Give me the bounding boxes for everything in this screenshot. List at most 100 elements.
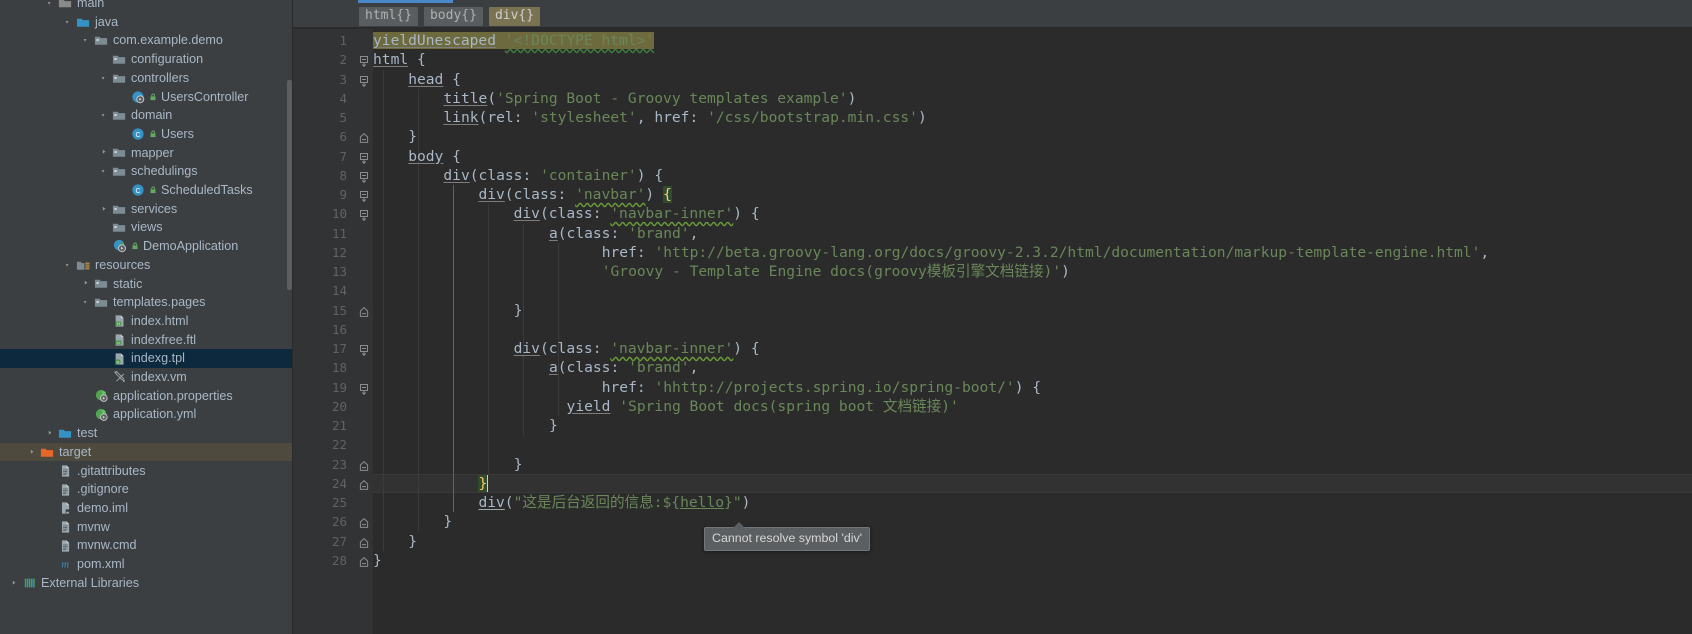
code-line[interactable]: head { — [373, 70, 461, 89]
code-line[interactable]: div("这是后台返回的信息:${hello}") — [373, 493, 750, 512]
tree-item-indexg-tpl[interactable]: Gindexg.tpl — [0, 349, 293, 368]
tree-item-label: templates.pages — [113, 295, 206, 310]
project-tree-panel[interactable]: main java com.example.demo configuration con… — [0, 0, 293, 634]
chevron-down-icon[interactable] — [62, 256, 75, 275]
chevron-right-icon[interactable] — [98, 200, 111, 219]
code-folding-gutter[interactable] — [355, 29, 373, 634]
tree-item-target[interactable]: target — [0, 442, 293, 462]
tree-item-mapper[interactable]: mapper — [0, 144, 293, 163]
code-line[interactable]: body { — [373, 147, 461, 166]
breadcrumb-item-div[interactable]: div{} — [488, 6, 541, 26]
fold-region-start-icon[interactable] — [359, 54, 369, 68]
code-line[interactable]: div(class: 'navbar-inner') { — [373, 204, 760, 223]
tree-item-configuration[interactable]: configuration — [0, 50, 293, 69]
tree-item-indexv-vm[interactable]: indexv.vm — [0, 368, 293, 387]
code-line[interactable]: } — [373, 551, 382, 570]
chevron-down-icon[interactable] — [80, 31, 93, 50]
code-line[interactable]: } — [373, 455, 523, 474]
chevron-down-icon[interactable] — [98, 69, 111, 88]
code-line[interactable]: div(class: 'navbar-inner') { — [373, 339, 760, 358]
tree-item-views[interactable]: views — [0, 218, 293, 237]
code-line[interactable]: yieldUnescaped '<!DOCTYPE html>' — [373, 31, 655, 50]
code-text-area[interactable]: yieldUnescaped '<!DOCTYPE html>' html { h… — [373, 29, 1692, 634]
folder-package-icon — [111, 144, 128, 163]
tree-item-resources[interactable]: resources — [0, 256, 293, 275]
code-line[interactable]: 'Groovy - Template Engine docs(groovy模板引… — [373, 262, 1070, 281]
chevron-right-icon[interactable] — [8, 574, 21, 593]
code-line[interactable]: title('Spring Boot - Groovy templates ex… — [373, 89, 856, 108]
tree-item-application-yml[interactable]: application.yml — [0, 405, 293, 424]
chevron-down-icon[interactable] — [98, 162, 111, 181]
chevron-down-icon[interactable] — [62, 13, 75, 32]
code-editor[interactable]: html{} body{} div{} 1 2 3 4 5 6 7 8 9 10 11 12 13 14 15 1… — [293, 0, 1692, 634]
chevron-down-icon[interactable] — [44, 0, 57, 13]
tree-item-mvnw[interactable]: mvnw — [0, 518, 293, 537]
fold-region-start-icon[interactable] — [359, 189, 369, 203]
breadcrumb[interactable]: html{} body{} div{} — [293, 5, 1692, 28]
code-line[interactable]: } — [373, 532, 417, 551]
tree-item-schedulings[interactable]: schedulings — [0, 162, 293, 181]
tree-item-demo-iml[interactable]: demo.iml — [0, 499, 293, 518]
code-line[interactable]: } — [373, 416, 558, 435]
code-line[interactable]: } — [373, 127, 417, 146]
tree-item-scheduledtasks[interactable]: C ScheduledTasks — [0, 181, 293, 200]
tree-item-userscontroller[interactable]: UsersController — [0, 88, 293, 107]
code-line[interactable]: } — [373, 474, 489, 493]
code-line[interactable]: href: 'hhttp://projects.spring.io/spring… — [373, 378, 1041, 397]
tree-item-controllers[interactable]: controllers — [0, 69, 293, 88]
code-line[interactable]: href: 'http://beta.groovy-lang.org/docs/… — [373, 243, 1489, 262]
chevron-right-icon[interactable] — [26, 443, 39, 462]
code-line[interactable]: div(class: 'navbar') { — [373, 185, 672, 204]
fold-region-end-icon[interactable] — [359, 305, 369, 317]
code-line[interactable]: yield 'Spring Boot docs(spring boot 文档链接… — [373, 397, 959, 416]
tree-item-services[interactable]: services — [0, 200, 293, 219]
fold-region-end-icon[interactable] — [359, 459, 369, 471]
tree-item-com-example-demo[interactable]: com.example.demo — [0, 31, 293, 50]
tree-item-domain[interactable]: domain — [0, 106, 293, 125]
tree-item-users[interactable]: C Users — [0, 125, 293, 144]
code-line[interactable]: } — [373, 301, 523, 320]
fold-region-end-icon[interactable] — [359, 555, 369, 567]
chevron-down-icon[interactable] — [80, 293, 93, 312]
fold-region-start-icon[interactable] — [359, 170, 369, 183]
tree-item-mvnw-cmd[interactable]: mvnw.cmd — [0, 536, 293, 555]
chevron-down-icon[interactable] — [98, 106, 111, 125]
tree-item--gitattributes[interactable]: .gitattributes — [0, 462, 293, 481]
fold-region-end-icon[interactable] — [359, 516, 369, 529]
breadcrumb-item-body[interactable]: body{} — [423, 6, 483, 26]
tree-item-main[interactable]: main — [0, 0, 293, 13]
fold-region-start-icon[interactable] — [359, 382, 369, 395]
tree-item-indexfree-ftl[interactable]: <> indexfree.ftl — [0, 331, 293, 350]
chevron-right-icon[interactable] — [44, 424, 57, 443]
fold-region-end-icon[interactable] — [359, 131, 369, 144]
code-line[interactable]: a(class: 'brand', — [373, 358, 698, 377]
chevron-right-icon[interactable] — [98, 144, 111, 163]
chevron-right-icon[interactable] — [80, 275, 93, 294]
fold-region-start-icon[interactable] — [359, 74, 369, 87]
tree-item-test[interactable]: test — [0, 424, 293, 443]
code-line[interactable]: } — [373, 512, 452, 531]
tree-item-templates-pages[interactable]: templates.pages — [0, 293, 293, 312]
tree-item--gitignore[interactable]: .gitignore — [0, 480, 293, 499]
code-line[interactable]: link(rel: 'stylesheet', href: '/css/boot… — [373, 108, 926, 127]
code-line[interactable]: div(class: 'container') { — [373, 166, 663, 185]
fold-region-end-icon[interactable] — [359, 478, 369, 490]
tree-item-static[interactable]: static — [0, 275, 293, 294]
tree-item-application-properties[interactable]: application.properties — [0, 387, 293, 406]
code-line[interactable]: a(class: 'brand', — [373, 224, 698, 243]
file-text-icon — [57, 462, 74, 481]
tree-item-external-libraries[interactable]: External Libraries — [0, 574, 293, 593]
tree-item-pom-xml[interactable]: m pom.xml — [0, 555, 293, 574]
breadcrumb-item-html[interactable]: html{} — [359, 6, 418, 26]
line-number: 5 — [339, 110, 347, 125]
code-line[interactable]: html { — [373, 50, 426, 69]
tree-item-java[interactable]: java — [0, 13, 293, 32]
tree-item-demoapplication[interactable]: DemoApplication — [0, 237, 293, 256]
tree-item-index-html[interactable]: Hindex.html — [0, 312, 293, 331]
fold-region-start-icon[interactable] — [359, 208, 369, 222]
fold-region-start-icon[interactable] — [359, 151, 369, 164]
fold-region-start-icon[interactable] — [359, 343, 369, 357]
fold-region-end-icon[interactable] — [359, 536, 369, 548]
